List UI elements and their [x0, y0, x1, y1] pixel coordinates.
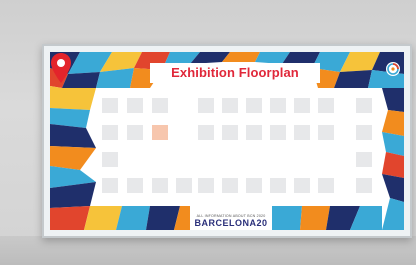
booth[interactable]	[176, 178, 192, 193]
booth[interactable]	[198, 125, 214, 140]
booth-highlighted[interactable]	[152, 125, 168, 140]
floorplan-title: Exhibition Floorplan	[150, 63, 320, 83]
floor	[0, 236, 416, 265]
booth[interactable]	[294, 125, 310, 140]
booth[interactable]	[102, 125, 118, 140]
booth[interactable]	[102, 98, 118, 113]
mosaic-border: Exhibition Floorplan ALL INFORMATION ABO…	[50, 52, 404, 230]
booth[interactable]	[127, 125, 143, 140]
booth[interactable]	[246, 125, 262, 140]
booth[interactable]	[102, 178, 118, 193]
booth[interactable]	[198, 98, 214, 113]
booth[interactable]	[356, 125, 372, 140]
booth[interactable]	[152, 178, 168, 193]
booth[interactable]	[294, 98, 310, 113]
event-logo: ALL INFORMATION ABOUT BCN 2020 BARCELONA…	[190, 212, 272, 230]
booth[interactable]	[246, 178, 262, 193]
location-pin-icon[interactable]	[50, 52, 72, 84]
booth[interactable]	[246, 98, 262, 113]
booth[interactable]	[318, 98, 334, 113]
booth[interactable]	[222, 178, 238, 193]
booth[interactable]	[222, 98, 238, 113]
booth[interactable]	[102, 152, 118, 167]
booth[interactable]	[127, 98, 143, 113]
booth[interactable]	[356, 152, 372, 167]
booth[interactable]	[152, 98, 168, 113]
booth[interactable]	[356, 178, 372, 193]
booth[interactable]	[294, 178, 310, 193]
event-logo-text: BARCELONA20	[194, 218, 268, 228]
booth[interactable]	[270, 98, 286, 113]
booth[interactable]	[270, 178, 286, 193]
booth[interactable]	[127, 178, 143, 193]
booth[interactable]	[198, 178, 214, 193]
target-icon	[386, 62, 400, 76]
floorplan-canvas	[96, 88, 382, 206]
booth[interactable]	[356, 98, 372, 113]
booth[interactable]	[222, 125, 238, 140]
booth[interactable]	[318, 178, 334, 193]
billboard-frame: Exhibition Floorplan ALL INFORMATION ABO…	[42, 44, 412, 238]
booth[interactable]	[318, 125, 334, 140]
booth[interactable]	[270, 125, 286, 140]
